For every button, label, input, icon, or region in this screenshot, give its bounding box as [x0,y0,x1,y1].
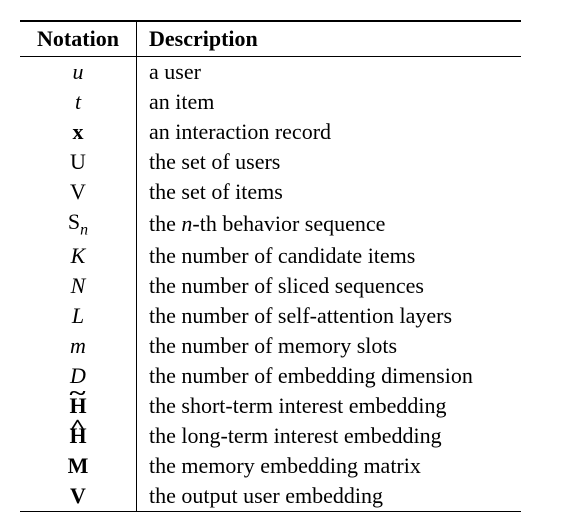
description-cell: the number of candidate items [137,241,522,271]
description-cell: the set of users [137,147,522,177]
table-row: Kthe number of candidate items [20,241,521,271]
description-cell: the n-th behavior sequence [137,207,522,241]
description-cell: the output user embedding [137,481,522,512]
notation-cell: m [20,331,137,361]
table-row: Uthe set of users [20,147,521,177]
table-row: Mthe memory embedding matrix [20,451,521,481]
table-row: Nthe number of sliced sequences [20,271,521,301]
table-row: Dthe number of embedding dimension [20,361,521,391]
table-row: Hthe long-term interest embedding [20,421,521,451]
table-row: Lthe number of self-attention layers [20,301,521,331]
notation-cell: t [20,87,137,117]
notation-cell: u [20,57,137,88]
table-row: mthe number of memory slots [20,331,521,361]
notation-cell: Sn [20,207,137,241]
description-cell: the number of self-attention layers [137,301,522,331]
description-cell: the short-term interest embedding [137,391,522,421]
notation-cell: L [20,301,137,331]
description-cell: the number of embedding dimension [137,361,522,391]
notation-cell: K [20,241,137,271]
description-cell: the set of items [137,177,522,207]
table-body: ua usertan itemxan interaction recordUth… [20,57,521,512]
description-cell: a user [137,57,522,88]
notation-cell: N [20,271,137,301]
description-cell: the number of sliced sequences [137,271,522,301]
table-row: Snthe n-th behavior sequence [20,207,521,241]
table-row: tan item [20,87,521,117]
description-cell: an item [137,87,522,117]
table-row: ua user [20,57,521,88]
description-cell: the memory embedding matrix [137,451,522,481]
header-description: Description [137,21,522,57]
table-header-row: Notation Description [20,21,521,57]
header-notation: Notation [20,21,137,57]
notation-table: Notation Description ua usertan itemxan … [20,20,521,512]
notation-cell: V [20,481,137,512]
notation-cell: x [20,117,137,147]
table-row: Vthe set of items [20,177,521,207]
description-cell: the number of memory slots [137,331,522,361]
notation-cell: H [20,421,137,451]
table-row: Vthe output user embedding [20,481,521,512]
notation-cell: M [20,451,137,481]
description-cell: the long-term interest embedding [137,421,522,451]
table-row: xan interaction record [20,117,521,147]
notation-cell: V [20,177,137,207]
table-row: Hthe short-term interest embedding [20,391,521,421]
description-cell: an interaction record [137,117,522,147]
notation-cell: U [20,147,137,177]
